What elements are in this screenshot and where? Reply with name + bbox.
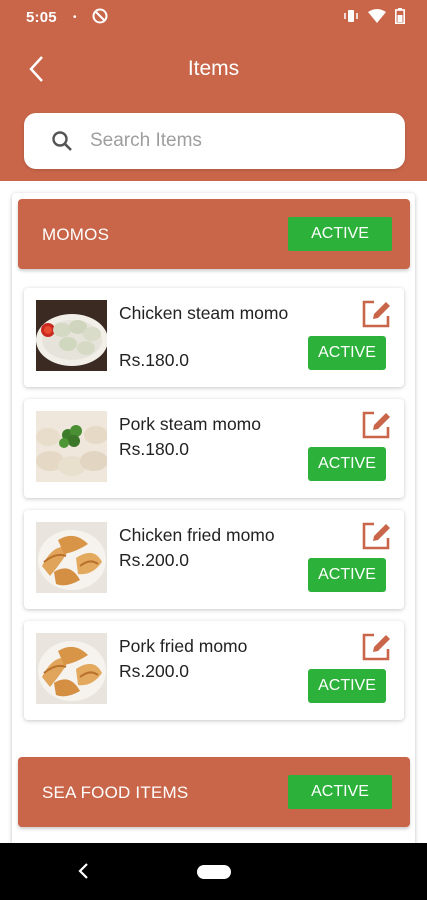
edit-icon[interactable] <box>360 298 392 330</box>
item-active-button[interactable]: ACTIVE <box>308 447 386 481</box>
item-card[interactable]: Pork fried momo Rs.200.0 ACTIVE <box>24 621 404 720</box>
notification-dot-icon: • <box>73 12 77 23</box>
edit-icon[interactable] <box>360 409 392 441</box>
items-list[interactable]: MOMOS ACTIVE Chicken steam momo Rs.180.0… <box>0 181 427 843</box>
item-name: Chicken steam momo <box>119 303 289 323</box>
category-header-sea-food[interactable]: SEA FOOD ITEMS ACTIVE <box>18 757 410 827</box>
category-active-button[interactable]: ACTIVE <box>288 775 392 809</box>
item-image <box>36 633 107 704</box>
status-bar: 5:05 • <box>0 0 427 36</box>
item-active-button[interactable]: ACTIVE <box>308 669 386 703</box>
nav-home-pill[interactable] <box>197 865 231 879</box>
item-active-button[interactable]: ACTIVE <box>308 558 386 592</box>
item-price: Rs.180.0 <box>119 439 190 459</box>
category-title: MOMOS <box>42 225 110 244</box>
battery-icon <box>395 8 405 29</box>
edit-icon[interactable] <box>360 520 392 552</box>
item-name: Chicken fried momo <box>119 525 275 545</box>
item-active-button[interactable]: ACTIVE <box>308 336 386 370</box>
search-bar[interactable] <box>24 113 405 169</box>
nav-back-icon[interactable] <box>74 859 94 883</box>
category-header-momos[interactable]: MOMOS ACTIVE <box>18 199 410 269</box>
category-active-button[interactable]: ACTIVE <box>288 217 392 251</box>
item-card[interactable]: Pork steam momo Rs.180.0 ACTIVE <box>24 399 404 498</box>
item-card[interactable]: Chicken fried momo Rs.200.0 ACTIVE <box>24 510 404 609</box>
status-icons <box>343 8 405 29</box>
wifi-icon <box>368 9 386 28</box>
item-price: Rs.180.0 <box>119 350 190 370</box>
item-price: Rs.200.0 <box>119 661 190 681</box>
item-name: Pork fried momo <box>119 636 248 656</box>
search-input[interactable] <box>90 130 370 152</box>
item-image <box>36 300 107 371</box>
item-price: Rs.200.0 <box>119 550 190 570</box>
item-name: Pork steam momo <box>119 414 261 434</box>
item-image <box>36 522 107 593</box>
page-title: Items <box>187 57 240 80</box>
search-icon <box>50 129 74 153</box>
app-header: 5:05 • Items <box>0 0 427 181</box>
item-image <box>36 411 107 482</box>
category-title: SEA FOOD ITEMS <box>42 783 189 802</box>
vibrate-icon <box>343 9 359 28</box>
edit-icon[interactable] <box>360 631 392 663</box>
at-sign-icon <box>92 8 108 28</box>
status-time: 5:05 <box>26 9 57 26</box>
item-card[interactable]: Chicken steam momo Rs.180.0 ACTIVE <box>24 288 404 387</box>
system-nav-bar <box>0 843 427 900</box>
